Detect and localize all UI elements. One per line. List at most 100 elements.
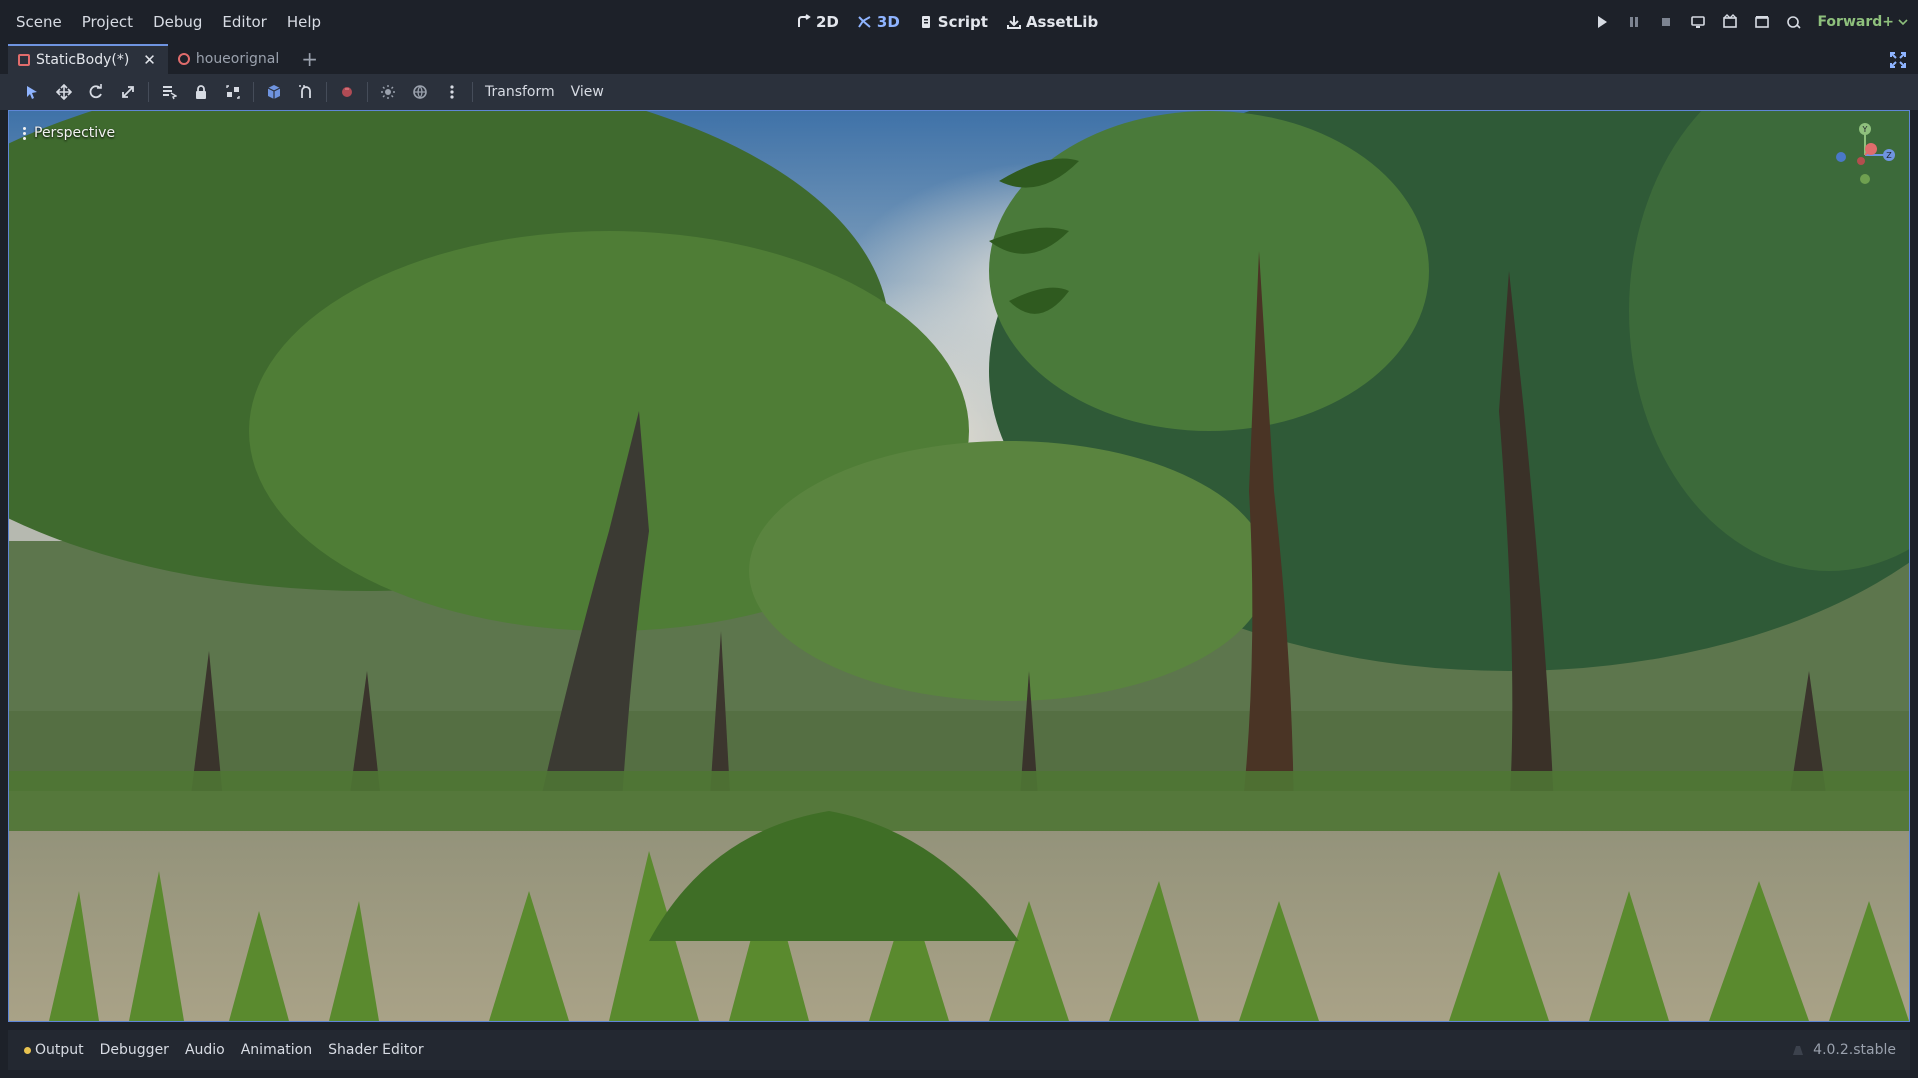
play-scene-button[interactable] [1721,13,1739,31]
lock-icon [196,85,206,99]
remote-debug-icon [1691,16,1706,28]
workspace-2d-label: 2D [816,13,839,31]
menu-scene[interactable]: Scene [6,0,72,44]
list-select-icon [163,86,177,100]
list-select-button[interactable] [153,74,185,110]
viewport-toolbar: Transform View [0,74,1918,110]
workspace-3d-label: 3D [876,13,900,31]
godot-icon [1793,1046,1804,1055]
add-tab-button[interactable]: + [291,44,328,74]
view-menu[interactable]: View [563,74,612,110]
movie-maker-button[interactable] [1785,13,1803,31]
globe-icon [413,85,427,100]
3d-viewport[interactable]: Perspective Y Z [8,110,1910,1022]
output-status-dot [24,1046,31,1054]
camera-icon [342,87,352,97]
version-info: 4.0.2.stable [1791,1030,1896,1070]
select-mode-button[interactable] [16,74,48,110]
toolbar-separator [148,82,149,102]
select-arrow-icon [27,86,37,99]
transform-menu[interactable]: Transform [477,74,563,110]
group-button[interactable] [217,74,249,110]
bottom-panel-tabs: Output Debugger Audio Animation Shader E… [8,1030,1910,1070]
debugger-tab[interactable]: Debugger [92,1042,177,1058]
rotate-mode-button[interactable] [80,74,112,110]
stop-button[interactable] [1657,13,1675,31]
chevron-down-icon [1898,19,1908,26]
output-tab-label: Output [35,1042,84,1058]
remote-debug-button[interactable] [1689,13,1707,31]
main-menu: Scene Project Debug Editor Help [0,0,331,44]
play-custom-scene-button[interactable] [1753,13,1771,31]
axis-gizmo[interactable]: Y Z [1831,119,1901,189]
renderer-label: Forward+ [1817,14,1894,30]
audio-tab[interactable]: Audio [177,1042,233,1058]
lock-button[interactable] [185,74,217,110]
workspace-3d-button[interactable]: 3D [857,13,900,31]
workspace-2d-button[interactable]: 2D [796,13,839,31]
pause-icon [1630,17,1639,27]
vertical-dots-icon [23,126,26,140]
scale-mode-button[interactable] [112,74,144,110]
top-bar: Scene Project Debug Editor Help 2D 3D Sc… [0,0,1918,44]
preview-environment-button[interactable] [404,74,436,110]
workspace-script-button[interactable]: Script [918,13,988,31]
rotate-icon [89,84,102,99]
play-button[interactable] [1593,13,1611,31]
snap-button[interactable] [290,74,322,110]
toolbar-separator [472,82,473,102]
move-icon [56,84,72,100]
output-tab[interactable]: Output [16,1042,92,1058]
shader-editor-tab[interactable]: Shader Editor [320,1042,431,1058]
play-scene-icon [1723,14,1738,28]
scene-tab-label: StaticBody(*) [36,52,130,68]
scene-tab-label: houeorignal [195,51,280,67]
run-controls: Forward+ [1593,0,1908,44]
workspace-assetlib-button[interactable]: AssetLib [1006,13,1098,31]
workspace-tabs: 2D 3D Script AssetLib [796,0,1098,44]
toolbar-separator [326,82,327,102]
staticbody-icon [18,54,30,66]
group-icon [226,85,240,99]
2d-icon [798,14,811,27]
play-custom-scene-icon [1755,16,1770,28]
forest-scene-render [9,111,1909,1021]
scene-tab-houeorignal[interactable]: houeorignal [168,44,291,74]
movie-maker-icon [1787,16,1802,29]
node-icon [177,53,190,65]
pause-button[interactable] [1625,13,1643,31]
toolbar-separator [367,82,368,102]
move-mode-button[interactable] [48,74,80,110]
assetlib-icon [1006,16,1021,29]
scene-tab-bar: StaticBody(*) ✕ houeorignal + [0,44,1918,74]
renderer-select[interactable]: Forward+ [1817,14,1908,30]
play-icon [1598,16,1608,28]
gizmo-y-label: Y [1862,125,1868,134]
workspace-assetlib-label: AssetLib [1025,13,1099,31]
close-tab-icon[interactable]: ✕ [143,51,156,69]
3d-icon [858,16,871,28]
more-options-button[interactable] [436,74,468,110]
stop-icon [1662,18,1671,26]
snap-icon [299,85,311,98]
workspace-script-label: Script [937,13,988,31]
version-label: 4.0.2.stable [1813,1042,1896,1058]
preview-camera-button[interactable] [331,74,363,110]
distraction-free-icon[interactable] [1890,52,1906,68]
sun-icon [381,85,395,99]
menu-editor[interactable]: Editor [212,0,276,44]
preview-sun-button[interactable] [372,74,404,110]
vertical-dots-icon [450,85,454,99]
script-icon [921,16,930,28]
toolbar-separator [253,82,254,102]
perspective-label: Perspective [34,125,116,141]
animation-tab[interactable]: Animation [233,1042,320,1058]
viewport-perspective-menu[interactable]: Perspective [23,125,115,141]
local-space-button[interactable] [258,74,290,110]
cube-icon [267,85,281,99]
menu-project[interactable]: Project [72,0,143,44]
gizmo-z-label: Z [1886,151,1892,160]
menu-help[interactable]: Help [277,0,331,44]
menu-debug[interactable]: Debug [143,0,212,44]
scene-tab-staticbody[interactable]: StaticBody(*) ✕ [8,44,168,74]
